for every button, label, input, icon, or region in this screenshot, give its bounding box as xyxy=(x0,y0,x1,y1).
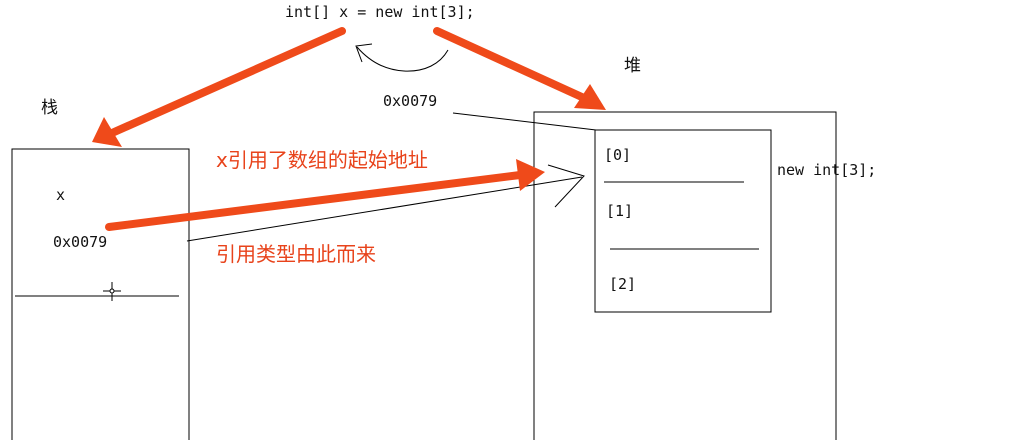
array-slot-label-0: [0] xyxy=(604,146,632,164)
stack-label: 栈 xyxy=(41,98,58,118)
code-statement: int[] x = new int[3]; xyxy=(285,3,475,21)
stack-variable-value: 0x0079 xyxy=(53,233,108,251)
heap-address: 0x0079 xyxy=(383,92,438,110)
orange-arrows xyxy=(92,27,606,231)
curved-return-arrow xyxy=(356,46,449,72)
stack-frame-box xyxy=(11,148,190,440)
reference-type-annotation: 引用类型由此而来 xyxy=(216,242,376,266)
array-slot-label-1: [1] xyxy=(606,202,634,220)
heap-label: 堆 xyxy=(624,56,641,76)
arrow-to-stack xyxy=(92,27,346,147)
reference-pointer-arrowhead xyxy=(547,164,585,208)
memory-diagram-canvas xyxy=(11,27,837,440)
heap-address-leader-line xyxy=(452,112,597,131)
arrow-to-heap xyxy=(433,27,606,110)
array-slot-label-2: [2] xyxy=(609,275,637,293)
stack-variable-name: x xyxy=(56,186,66,204)
array-object-label: new int[3]; xyxy=(777,161,877,179)
crosshair-cursor-icon xyxy=(103,282,121,301)
start-address-annotation: x引用了数组的起始地址 xyxy=(216,148,428,172)
